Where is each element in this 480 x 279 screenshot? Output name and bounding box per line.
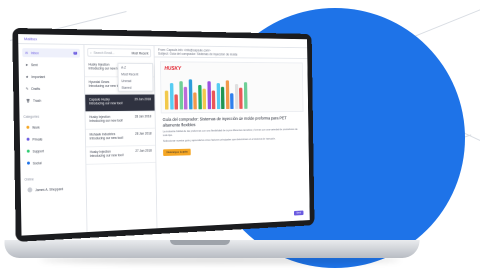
send-button[interactable]: Send xyxy=(293,210,304,216)
send-icon: ➤ xyxy=(25,62,29,67)
bottle-shape xyxy=(202,88,207,110)
bottle-shape xyxy=(234,84,239,109)
mail-list: ⌕ Search Email... Most Recent A-Z Most R… xyxy=(84,45,158,233)
list-item[interactable]: Husky Injection 28 Jan 2018 Introducing o… xyxy=(85,111,155,130)
mail-subject: Introducing our new tool! xyxy=(89,135,124,141)
bottle-shape xyxy=(225,80,230,109)
email-body-paragraph: Seleccionar nuestra guía y aprenda los c… xyxy=(162,136,276,143)
sidebar-item-label: Drafts xyxy=(31,86,41,91)
categories-heading: Categories xyxy=(23,114,40,119)
online-heading: Online xyxy=(24,177,34,182)
mail-date: 27 Jan 2018 xyxy=(135,148,152,153)
mail-date: 28 Jan 2018 xyxy=(134,131,152,136)
category-work[interactable]: Work xyxy=(23,122,81,132)
star-icon: ★ xyxy=(25,74,29,79)
email-headline: Guía del comprador: Sistemas de inyecció… xyxy=(162,115,287,128)
bottle-shape xyxy=(230,93,234,109)
sidebar-item-label: Sent xyxy=(30,62,38,67)
sidebar-item-sent[interactable]: ➤ Sent xyxy=(22,60,80,69)
category-support[interactable]: Support xyxy=(24,146,82,156)
bottle-shape xyxy=(183,86,188,110)
category-label: Private xyxy=(32,136,43,142)
category-label: Work xyxy=(32,125,40,130)
category-social[interactable]: Social xyxy=(24,157,82,167)
mail-subject: Introducing our new tool! xyxy=(88,101,123,106)
sidebar-item-label: Important xyxy=(31,74,46,79)
sidebar: ✉ Inbox 7 ➤ Sent ★ Important ✎ Drafts 🗑 … xyxy=(18,44,88,236)
bottle-shape xyxy=(178,81,183,110)
laptop-screen: Mailbox ✉ Inbox 7 ➤ Sent ★ Important ✎ D… xyxy=(12,27,315,242)
draft-icon: ✎ xyxy=(25,86,29,91)
download-guide-button[interactable]: Descargue la guía xyxy=(163,148,192,156)
online-user[interactable]: James A. Sheppard xyxy=(25,184,83,195)
husky-logo: HUSKY xyxy=(164,66,182,72)
dropdown-option[interactable]: Starred xyxy=(119,84,153,91)
bottle-shape xyxy=(197,84,202,110)
bottle-shape xyxy=(164,90,169,110)
filter-dropdown: A-Z Most Recent Unread Starred xyxy=(117,62,154,92)
email-banner: HUSKY xyxy=(159,61,304,114)
category-dot xyxy=(26,137,30,141)
avatar xyxy=(27,187,33,193)
search-placeholder: Search Email... xyxy=(93,50,115,55)
unread-badge: 7 xyxy=(72,51,78,55)
mail-subject: Introducing our new tool! xyxy=(89,118,124,123)
mail-date: 28 Jan 2018 xyxy=(134,114,152,119)
search-input[interactable]: ⌕ Search Email... Most Recent xyxy=(87,47,152,58)
bottle-shape xyxy=(216,83,220,110)
bottles-illustration xyxy=(164,77,300,110)
marketing-scene: Mailbox ✉ Inbox 7 ➤ Sent ★ Important ✎ D… xyxy=(0,0,480,279)
dropdown-option[interactable]: Unread xyxy=(119,77,153,84)
mail-date: 29 Jan 2018 xyxy=(134,97,151,102)
app-title: Mailbox xyxy=(23,36,38,42)
sidebar-item-inbox[interactable]: ✉ Inbox 7 xyxy=(22,48,80,58)
bottle-shape xyxy=(188,79,193,110)
category-dot xyxy=(27,161,30,165)
bottle-shape xyxy=(243,82,248,109)
bottle-shape xyxy=(239,87,243,109)
list-item-selected[interactable]: Capsule Husky 29 Jan 2018 Introducing our… xyxy=(85,94,155,113)
trash-icon: 🗑 xyxy=(25,98,31,103)
laptop-notch xyxy=(170,240,230,245)
bottle-shape xyxy=(211,90,216,110)
category-private[interactable]: Private xyxy=(24,134,82,144)
inbox-icon: ✉ xyxy=(25,50,28,55)
email-reader: From: Capsule.info <info@capsule.com> Su… xyxy=(154,46,310,229)
category-dot xyxy=(26,125,30,129)
sidebar-item-important[interactable]: ★ Important xyxy=(23,72,81,81)
bottle-shape xyxy=(206,81,211,110)
sidebar-item-trash[interactable]: 🗑 Trash xyxy=(23,96,81,105)
bottle-shape xyxy=(174,94,179,110)
email-subject: Subject: Guía del comprador: Sistemas de… xyxy=(158,51,238,57)
category-label: Social xyxy=(32,160,42,165)
bottle-shape xyxy=(169,83,174,110)
bottle-shape xyxy=(220,86,225,110)
category-label: Support xyxy=(32,148,44,154)
sidebar-item-label: Trash xyxy=(32,98,42,103)
category-dot xyxy=(26,149,30,153)
mail-subject: Introducing our new tool! xyxy=(89,153,124,158)
online-user-name: James A. Sheppard xyxy=(35,186,64,192)
mail-app: Mailbox ✉ Inbox 7 ➤ Sent ★ Important ✎ D… xyxy=(18,34,310,236)
list-item[interactable]: Husky Injection 27 Jan 2018 Introducing o… xyxy=(86,145,156,165)
list-item[interactable]: Mohawk Industries 28 Jan 2018 Introducing… xyxy=(85,128,156,148)
email-header: From: Capsule.info <info@capsule.com> Su… xyxy=(154,46,308,59)
bottle-shape xyxy=(193,92,197,110)
search-icon: ⌕ xyxy=(89,50,92,55)
sidebar-item-label: Inbox xyxy=(30,50,39,55)
sidebar-item-drafts[interactable]: ✎ Drafts xyxy=(23,84,81,93)
filter-select[interactable]: Most Recent xyxy=(132,51,149,55)
